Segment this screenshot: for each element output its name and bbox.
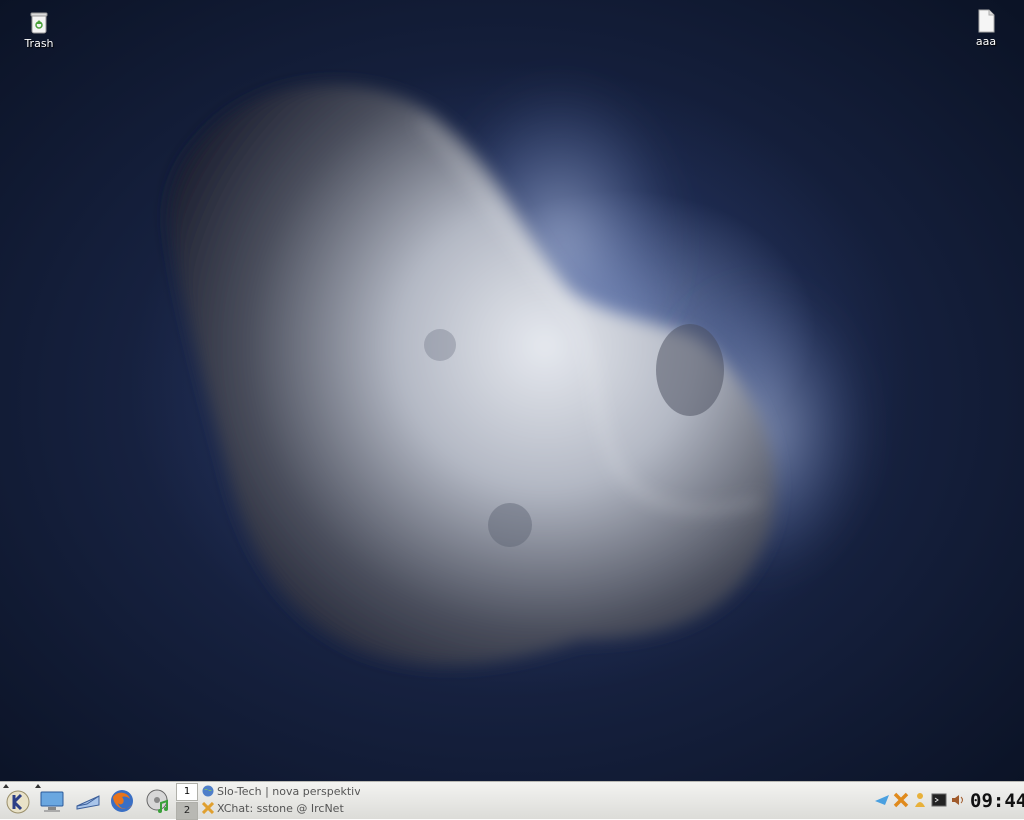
desktop-background: Trash aaa (0, 0, 1024, 781)
media-player-icon[interactable] (144, 787, 172, 815)
task-slo-tech[interactable]: Slo-Tech | nova perspektiva (200, 783, 360, 800)
pager-desktop-2[interactable]: 2 (176, 802, 198, 820)
terminal-icon[interactable] (931, 792, 947, 808)
taskbar: 1 2 Slo-Tech | nova perspektiva XChat: s… (0, 781, 1024, 820)
desktop-icon-trash[interactable]: Trash (7, 11, 71, 50)
mail-icon[interactable] (74, 787, 102, 815)
desktop-icon-label: aaa (975, 35, 997, 48)
arrow-icon[interactable] (874, 792, 890, 808)
task-xchat[interactable]: XChat: sstone @ IrcNet (200, 800, 360, 817)
volume-icon[interactable] (950, 792, 966, 808)
clock[interactable]: 09:44 (970, 786, 1024, 816)
xchat-icon (202, 802, 214, 814)
kde-menu-icon[interactable] (4, 787, 32, 815)
trash-icon (30, 12, 48, 34)
user-icon[interactable] (912, 792, 928, 808)
task-title: Slo-Tech | nova perspektiv (217, 785, 360, 798)
computer-icon[interactable] (38, 787, 66, 815)
desktop-pager: 1 2 (176, 783, 198, 820)
firefox-icon[interactable] (108, 787, 136, 815)
desktop-icon-label: Trash (24, 37, 54, 50)
comet-wallpaper (169, 80, 870, 666)
x-icon[interactable] (893, 792, 909, 808)
pager-desktop-1[interactable]: 1 (176, 783, 198, 801)
desktop-icon-aaa[interactable]: aaa (954, 9, 1018, 48)
globe-icon (202, 785, 214, 797)
task-list: Slo-Tech | nova perspektiva XChat: sston… (200, 783, 360, 819)
system-tray (870, 788, 970, 814)
file-icon (978, 9, 995, 33)
task-title: XChat: sstone @ IrcNet (217, 802, 344, 815)
